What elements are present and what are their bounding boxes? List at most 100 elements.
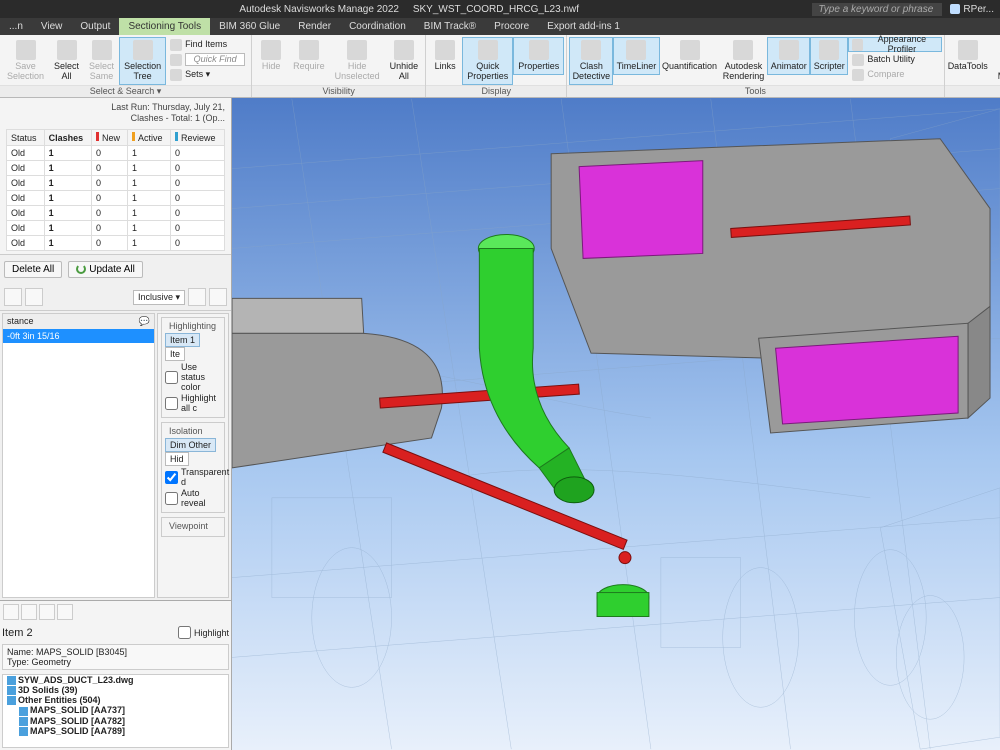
tree-node[interactable]: MAPS_SOLID [AA737] xyxy=(3,705,228,715)
tree-tool-2[interactable] xyxy=(21,604,37,620)
highlight-all-checkbox[interactable] xyxy=(165,397,178,410)
quick-find-icon xyxy=(170,54,182,66)
batch-utility-icon xyxy=(852,54,864,66)
auto-reveal-checkbox[interactable] xyxy=(165,492,178,505)
clash-row[interactable]: Old1010 xyxy=(7,221,225,236)
hide-tab[interactable]: Hid xyxy=(165,452,189,466)
tool-2[interactable] xyxy=(25,288,43,306)
delete-all-button[interactable]: Delete All xyxy=(4,261,62,278)
menu-bim-track-[interactable]: BIM Track® xyxy=(415,18,485,35)
clash-detective-icon xyxy=(581,40,601,60)
user-label[interactable]: RPer... xyxy=(963,4,994,15)
tree-node[interactable]: 3D Solids (39) xyxy=(3,685,228,695)
menu-coordination[interactable]: Coordination xyxy=(340,18,415,35)
select-same[interactable]: SelectSame xyxy=(84,37,119,85)
clash-header-new[interactable]: New xyxy=(92,130,128,146)
model-canvas[interactable] xyxy=(232,98,1000,750)
menu--n[interactable]: ...n xyxy=(0,18,32,35)
compare[interactable]: Compare xyxy=(848,67,941,82)
tree-node[interactable]: MAPS_SOLID [AA789] xyxy=(3,726,228,736)
quick-properties[interactable]: QuickProperties xyxy=(462,37,513,85)
clash-row[interactable]: Old1010 xyxy=(7,176,225,191)
selection-tree[interactable]: SYW_ADS_DUCT_L23.dwg3D Solids (39)Other … xyxy=(2,674,229,748)
quantification[interactable]: Quantification xyxy=(660,37,720,75)
item2-tab[interactable]: Ite xyxy=(165,347,185,361)
clash-row[interactable]: Old1010 xyxy=(7,236,225,251)
user-icon xyxy=(950,4,960,14)
menu-sectioning-tools[interactable]: Sectioning Tools xyxy=(119,18,210,35)
menu-output[interactable]: Output xyxy=(71,18,119,35)
menu-export-add-ins-1[interactable]: Export add-ins 1 xyxy=(538,18,629,35)
quick-find-input[interactable]: Quick Find xyxy=(185,53,245,67)
datatools[interactable]: DataTools xyxy=(947,37,989,75)
transparent-checkbox[interactable] xyxy=(165,471,178,484)
clash-header-clashes[interactable]: Clashes xyxy=(44,130,91,146)
titlebar: Autodesk Navisworks Manage 2022 SKY_WST_… xyxy=(0,0,1000,18)
links-icon xyxy=(435,40,455,60)
selection-tree[interactable]: SelectionTree xyxy=(119,37,166,85)
3d-viewport[interactable] xyxy=(232,98,1000,750)
clash-detective[interactable]: ClashDetective xyxy=(569,37,613,85)
keyword-search[interactable]: Type a keyword or phrase xyxy=(812,3,942,16)
ribbon: SaveSelectionSelectAllSelectSameSelectio… xyxy=(0,35,1000,98)
use-status-color-checkbox[interactable] xyxy=(165,371,178,384)
sets-icon xyxy=(170,69,182,81)
menu-procore[interactable]: Procore xyxy=(485,18,538,35)
tree-node[interactable]: MAPS_SOLID [AA782] xyxy=(3,716,228,726)
hide[interactable]: Hide xyxy=(254,37,288,75)
find-items[interactable]: Find Items xyxy=(166,37,249,52)
sets[interactable]: Sets ▾ xyxy=(166,67,249,82)
solid-icon xyxy=(19,707,28,716)
tool-4[interactable] xyxy=(209,288,227,306)
require[interactable]: Require xyxy=(288,37,330,75)
clash-header-active[interactable]: Active xyxy=(127,130,170,146)
dim-other-tab[interactable]: Dim Other xyxy=(165,438,216,452)
animator[interactable]: Animator xyxy=(767,37,810,75)
duct-left xyxy=(232,298,442,468)
highlight-checkbox[interactable] xyxy=(178,626,191,639)
clash-header-status[interactable]: Status xyxy=(7,130,45,146)
clash-header-reviewe[interactable]: Reviewe xyxy=(171,130,225,146)
tree-node[interactable]: SYW_ADS_DUCT_L23.dwg xyxy=(3,675,228,685)
clash-row[interactable]: Old1010 xyxy=(7,206,225,221)
clash-row[interactable]: Old1010 xyxy=(7,146,225,161)
select-all[interactable]: SelectAll xyxy=(49,37,84,85)
tree-tool-4[interactable] xyxy=(57,604,73,620)
links[interactable]: Links xyxy=(428,37,462,75)
menubar: ...nViewOutputSectioning ToolsBIM 360 Gl… xyxy=(0,18,1000,35)
tool-1[interactable] xyxy=(4,288,22,306)
save-selection[interactable]: SaveSelection xyxy=(2,37,49,85)
item2-label: Item 2 xyxy=(2,627,33,639)
clash-row[interactable]: Old1010 xyxy=(7,161,225,176)
batch-utility[interactable]: Batch Utility xyxy=(848,52,941,67)
menu-bim-360-glue[interactable]: BIM 360 Glue xyxy=(210,18,289,35)
timeliner-icon xyxy=(626,40,646,60)
appearance-profiler[interactable]: Appearance Profiler xyxy=(848,37,941,52)
group-icon xyxy=(7,686,16,695)
timeliner[interactable]: TimeLiner xyxy=(613,37,659,75)
menu-view[interactable]: View xyxy=(32,18,72,35)
duct-right xyxy=(551,139,990,433)
clash-table: StatusClashesNewActiveReviewe Old1010Old… xyxy=(6,129,225,251)
tree-tool-1[interactable] xyxy=(3,604,19,620)
tool-3[interactable] xyxy=(188,288,206,306)
selection-tree-icon xyxy=(133,40,153,60)
hide-unselected[interactable]: HideUnselected xyxy=(330,37,385,85)
properties[interactable]: Properties xyxy=(513,37,564,75)
clash-row[interactable]: Old1010 xyxy=(7,191,225,206)
solid-icon xyxy=(19,727,28,736)
tree-tool-3[interactable] xyxy=(39,604,55,620)
menu-render[interactable]: Render xyxy=(289,18,340,35)
tree-node[interactable]: Other Entities (504) xyxy=(3,695,228,705)
inclusive-dropdown[interactable]: Inclusive ▾ xyxy=(133,290,185,305)
app-manager[interactable]: App Manager xyxy=(989,37,1000,85)
unhide-all[interactable]: UnhideAll xyxy=(385,37,424,85)
datatools-icon xyxy=(958,40,978,60)
update-all-button[interactable]: Update All xyxy=(68,261,143,278)
distance-value[interactable]: -0ft 3in 15/16 xyxy=(3,329,154,343)
scripter[interactable]: Scripter xyxy=(810,37,848,75)
item1-tab[interactable]: Item 1 xyxy=(165,333,200,347)
quick-find[interactable]: Quick Find xyxy=(166,52,249,67)
autodesk-rendering[interactable]: AutodeskRendering xyxy=(720,37,768,85)
animator-icon xyxy=(779,40,799,60)
